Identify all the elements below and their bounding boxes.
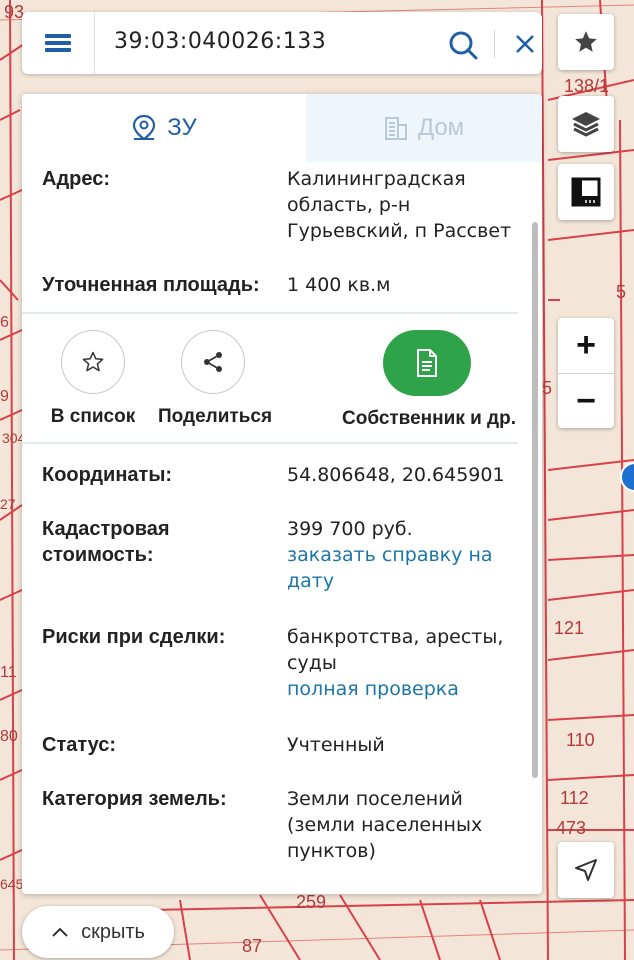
- star-outline-icon: [82, 351, 104, 372]
- hide-panel-label: скрыть: [81, 920, 145, 943]
- add-to-list-button[interactable]: В список: [42, 330, 144, 428]
- area-label: Уточненная площадь:: [42, 274, 260, 296]
- cadastral-value: 399 700 руб.: [287, 518, 413, 540]
- map-parcel-label: 121: [554, 618, 585, 638]
- map-parcel-label: 6: [0, 314, 9, 331]
- chevron-up-icon: [52, 927, 68, 937]
- add-to-list-circle[interactable]: [61, 330, 125, 394]
- map-parcel-label: 27: [0, 496, 16, 512]
- tab-dom[interactable]: Дом: [306, 94, 542, 162]
- map-parcel-label: 5: [616, 282, 627, 302]
- coordinates-label: Координаты:: [42, 464, 173, 486]
- panel-tabs: ЗУ Дом: [22, 94, 542, 162]
- map-parcel-label: 473: [556, 818, 587, 838]
- parcel-info-panel: ЗУ Дом Адрес: Калининградская область, р…: [22, 94, 542, 894]
- hide-panel-button[interactable]: скрыть: [22, 906, 174, 958]
- tab-zu[interactable]: ЗУ: [22, 94, 306, 162]
- tab-label: Дом: [417, 114, 465, 141]
- map-parcel-label: 87: [242, 936, 263, 956]
- map-parcel-label: 80: [0, 728, 18, 745]
- map-parcel-label: 9: [0, 388, 9, 405]
- close-icon[interactable]: [512, 31, 538, 57]
- panel-scrollbar[interactable]: [532, 222, 538, 778]
- map-parcel-label: 110: [566, 730, 595, 750]
- menu-button[interactable]: [22, 12, 95, 74]
- search-bar: 39:03:040026:133: [22, 12, 542, 74]
- favorite-button[interactable]: [558, 14, 614, 70]
- share-button[interactable]: Поделиться: [158, 330, 273, 428]
- ruler-button[interactable]: [558, 164, 614, 220]
- ruler-icon: [571, 177, 601, 207]
- address-label: Адрес:: [42, 168, 110, 190]
- map-parcel-label: 259: [296, 892, 327, 912]
- search-icon[interactable]: [448, 30, 478, 60]
- land-category-value: Земли поселений (земли населенных пункто…: [287, 788, 483, 862]
- owner-button[interactable]: Собственник и др.: [342, 330, 517, 430]
- star-icon: [575, 31, 597, 52]
- risks-value: банкротства, аресты, суды: [287, 626, 504, 674]
- add-to-list-label: В список: [50, 406, 136, 427]
- share-icon: [204, 352, 222, 372]
- tab-label: ЗУ: [167, 114, 197, 141]
- map-parcel-label: 112: [560, 788, 589, 808]
- divider: [494, 30, 495, 58]
- navigation-arrow-icon: [575, 859, 597, 881]
- zoom-controls: + −: [558, 318, 614, 428]
- zoom-out-button[interactable]: −: [558, 374, 614, 428]
- layers-button[interactable]: [558, 96, 614, 152]
- cadastral-value-block: 399 700 руб. заказать справку на дату: [287, 516, 527, 594]
- map-parcel-label: 5: [542, 378, 553, 398]
- map-parcel-label: 138/1: [564, 76, 610, 96]
- layers-icon: [572, 112, 600, 137]
- divider: [22, 312, 518, 314]
- owner-pill[interactable]: [383, 330, 471, 396]
- locate-button[interactable]: [558, 842, 614, 898]
- owner-label: Собственник и др.: [342, 408, 517, 429]
- map-parcel-label: 11: [0, 664, 17, 681]
- area-value: 1 400 кв.м: [287, 274, 391, 296]
- zoom-in-button[interactable]: +: [558, 318, 614, 372]
- map-parcel-label: 645: [0, 876, 24, 892]
- share-label: Поделиться: [158, 406, 273, 427]
- menu-icon: [45, 31, 71, 55]
- document-icon: [417, 349, 437, 377]
- divider: [22, 442, 518, 444]
- order-certificate-link[interactable]: заказать справку на дату: [287, 542, 527, 594]
- building-icon: [384, 117, 407, 140]
- search-input[interactable]: 39:03:040026:133: [114, 29, 326, 54]
- full-check-link[interactable]: полная проверка: [287, 676, 527, 702]
- location-pin-icon: [133, 114, 156, 141]
- land-category-label: Категория земель:: [42, 788, 227, 810]
- risks-value-block: банкротства, аресты, суды полная проверк…: [287, 624, 527, 702]
- risks-label: Риски при сделки:: [42, 626, 226, 648]
- coordinates-value: 54.806648, 20.645901: [287, 464, 505, 486]
- status-value: Учтенный: [287, 734, 385, 756]
- address-value: Калининградская область, р-н Гурьевский,…: [287, 168, 512, 242]
- status-label: Статус:: [42, 734, 117, 756]
- share-circle[interactable]: [181, 330, 245, 394]
- cadastral-label: Кадастровая стоимость:: [42, 518, 170, 566]
